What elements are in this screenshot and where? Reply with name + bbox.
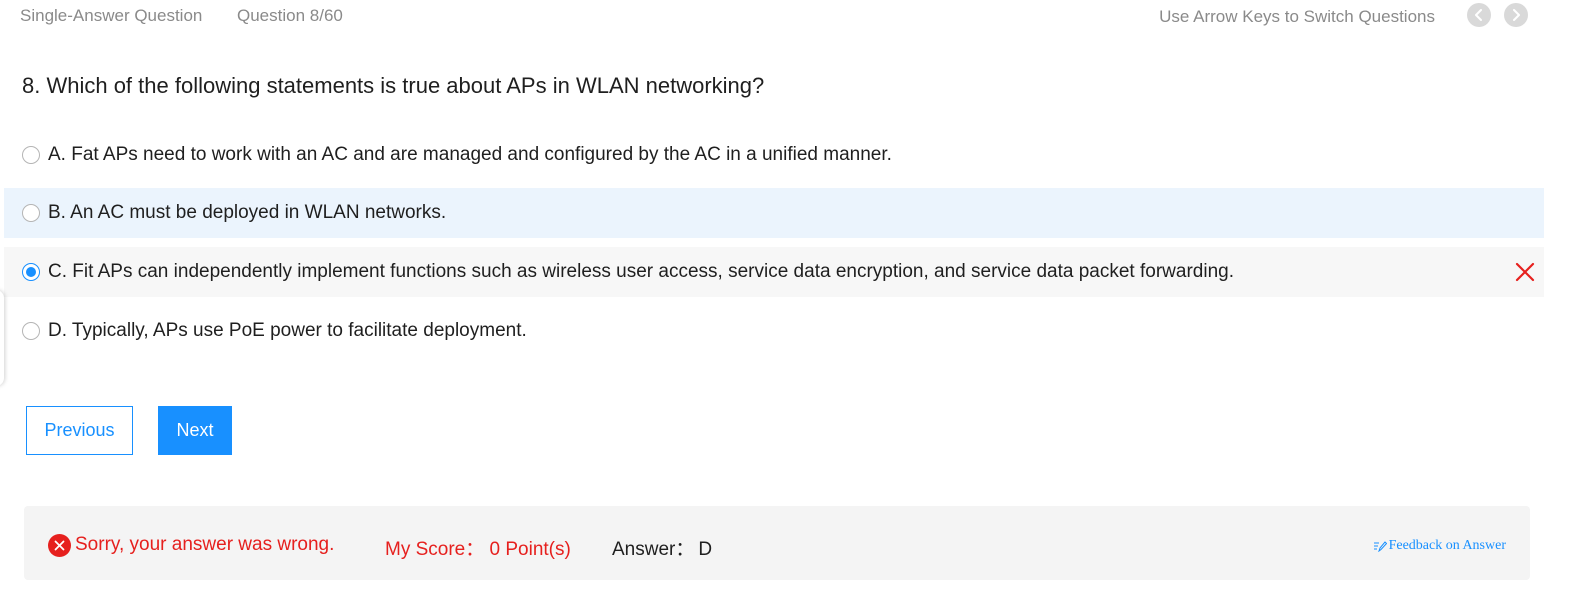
option-c-radio[interactable] bbox=[22, 263, 40, 281]
error-circle-icon bbox=[48, 534, 71, 557]
previous-button[interactable]: Previous bbox=[26, 406, 133, 455]
next-button[interactable]: Next bbox=[158, 406, 232, 455]
switch-hint: Use Arrow Keys to Switch Questions bbox=[1159, 7, 1435, 26]
result-status: Sorry, your answer was wrong. bbox=[75, 534, 335, 555]
result-panel: Sorry, your answer was wrong. My Score： … bbox=[24, 506, 1530, 580]
edit-icon bbox=[1373, 541, 1387, 552]
option-c-label: C. Fit APs can independently implement f… bbox=[48, 261, 1234, 282]
chevron-left-icon bbox=[1475, 9, 1482, 21]
option-b-radio[interactable] bbox=[22, 204, 40, 222]
correct-answer: Answer： D bbox=[612, 534, 712, 561]
option-a-radio[interactable] bbox=[22, 146, 40, 164]
question-type-label: Single-Answer Question bbox=[20, 6, 203, 25]
answer-value: D bbox=[698, 539, 713, 560]
next-question-button[interactable] bbox=[1504, 3, 1528, 27]
previous-question-button[interactable] bbox=[1467, 3, 1491, 27]
wrong-mark-icon bbox=[1515, 262, 1535, 282]
question-text: 8. Which of the following statements is … bbox=[22, 73, 765, 98]
option-d-label: D. Typically, APs use PoE power to facil… bbox=[48, 320, 527, 341]
feedback-link[interactable]: Feedback on Answer bbox=[1373, 538, 1506, 554]
option-a[interactable]: A. Fat APs need to work with an AC and a… bbox=[4, 130, 1544, 180]
chevron-right-icon bbox=[1513, 9, 1520, 21]
option-a-label: A. Fat APs need to work with an AC and a… bbox=[48, 144, 892, 165]
question-counter: Question 8/60 bbox=[237, 6, 343, 25]
side-panel-tab[interactable] bbox=[0, 290, 4, 386]
option-b[interactable]: B. An AC must be deployed in WLAN networ… bbox=[4, 188, 1544, 238]
option-c[interactable]: C. Fit APs can independently implement f… bbox=[4, 247, 1544, 297]
answer-label: Answer： bbox=[612, 539, 695, 560]
top-bar: Single-Answer Question Question 8/60 Use… bbox=[0, 0, 1572, 34]
score-text: My Score： 0 Point(s) bbox=[385, 539, 571, 560]
option-d[interactable]: D. Typically, APs use PoE power to facil… bbox=[4, 306, 1544, 356]
option-d-radio[interactable] bbox=[22, 322, 40, 340]
feedback-label: Feedback on Answer bbox=[1388, 538, 1506, 553]
option-b-label: B. An AC must be deployed in WLAN networ… bbox=[48, 202, 447, 223]
